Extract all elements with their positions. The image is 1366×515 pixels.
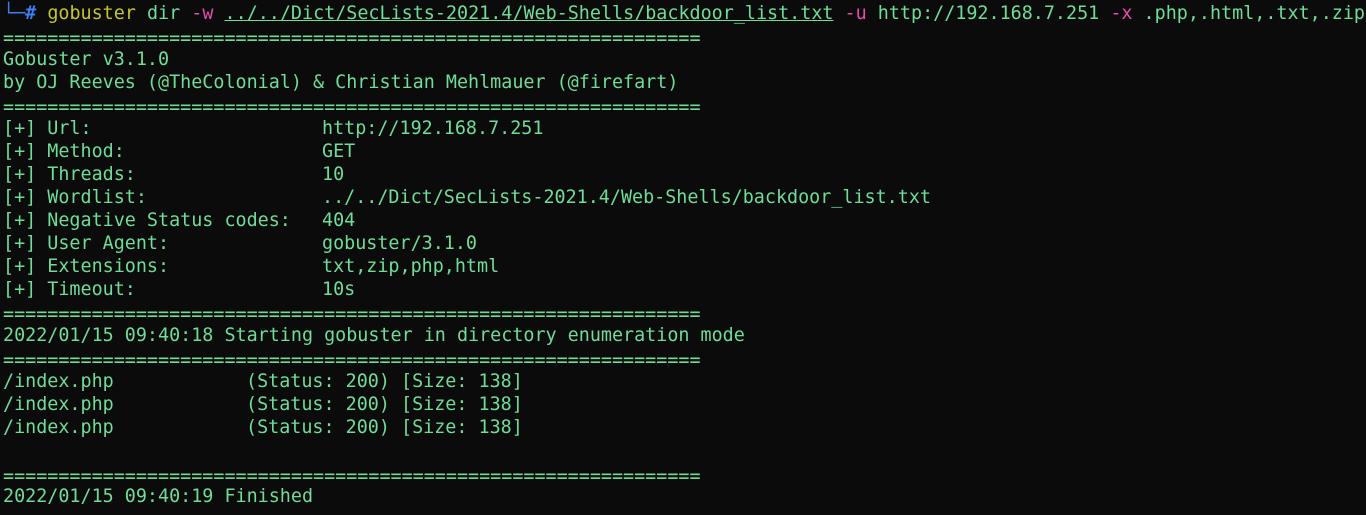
finish-message: 2022/01/15 09:40:19 Finished xyxy=(3,486,314,507)
command-name: gobuster xyxy=(47,3,136,24)
prompt-tree-glyph: └─ xyxy=(3,3,26,24)
extensions-arg: .php,.html,.txt,.zip xyxy=(1143,3,1365,24)
flag-wordlist: -w xyxy=(191,3,214,24)
banner-title: Gobuster v3.1.0 xyxy=(3,49,170,70)
separator-line: ========================================… xyxy=(3,28,701,49)
result-info: (Status: 200) [Size: 138] xyxy=(246,394,523,415)
result-path: /index.php xyxy=(3,417,114,438)
flag-extensions: -x xyxy=(1110,3,1133,24)
terminal-window[interactable]: └─# gobuster dir -w ../../Dict/SecLists-… xyxy=(3,0,1366,515)
config-row-wordlist: [+] Wordlist: ../../Dict/SecLists-2021.4/… xyxy=(3,186,931,209)
config-key: [+] Threads: xyxy=(3,164,136,185)
config-key: [+] Method: xyxy=(3,141,125,162)
wordlist-path-arg: ../../Dict/SecLists-2021.4/Web-Shells/ba… xyxy=(224,3,834,24)
config-key: [+] Wordlist: xyxy=(3,187,147,208)
config-value: txt,zip,php,html xyxy=(322,256,500,277)
result-row: /index.php (Status: 200) [Size: 138] xyxy=(3,393,523,416)
config-row-url: [+] Url: http://192.168.7.251 xyxy=(3,117,543,140)
config-row-extensions: [+] Extensions: txt,zip,php,html xyxy=(3,255,499,278)
separator-line: ========================================… xyxy=(3,350,701,371)
flag-url: -u xyxy=(844,3,867,24)
config-key: [+] Extensions: xyxy=(3,256,170,277)
config-value: ../../Dict/SecLists-2021.4/Web-Shells/ba… xyxy=(322,187,931,208)
result-row: /index.php (Status: 200) [Size: 138] xyxy=(3,416,523,439)
config-row-threads: [+] Threads: 10 xyxy=(3,163,344,186)
banner-authors: by OJ Reeves (@TheColonial) & Christian … xyxy=(3,72,679,93)
config-value: 404 xyxy=(322,210,356,231)
result-info: (Status: 200) [Size: 138] xyxy=(246,417,523,438)
result-row: /index.php (Status: 200) [Size: 138] xyxy=(3,370,523,393)
result-path: /index.php xyxy=(3,371,114,392)
separator-line: ========================================… xyxy=(3,304,701,325)
result-info: (Status: 200) [Size: 138] xyxy=(246,371,523,392)
url-arg: http://192.168.7.251 xyxy=(877,3,1100,24)
config-value: 10 xyxy=(322,164,345,185)
config-value: gobuster/3.1.0 xyxy=(322,233,478,254)
config-value: GET xyxy=(322,141,356,162)
config-key: [+] Timeout: xyxy=(3,279,136,300)
subcommand: dir xyxy=(146,3,181,24)
command-line: └─# gobuster dir -w ../../Dict/SecLists-… xyxy=(3,2,1365,25)
config-row-timeout: [+] Timeout: 10s xyxy=(3,278,355,301)
config-value: http://192.168.7.251 xyxy=(322,118,544,139)
root-prompt-symbol: # xyxy=(25,3,37,24)
start-message: 2022/01/15 09:40:18 Starting gobuster in… xyxy=(3,325,745,346)
config-row-method: [+] Method: GET xyxy=(3,140,355,163)
config-key: [+] Negative Status codes: xyxy=(3,210,291,231)
config-row-user-agent: [+] User Agent: gobuster/3.1.0 xyxy=(3,232,477,255)
config-value: 10s xyxy=(322,279,356,300)
config-row-negative-status: [+] Negative Status codes: 404 xyxy=(3,209,355,232)
result-path: /index.php xyxy=(3,394,114,415)
separator-line: ========================================… xyxy=(3,97,701,118)
config-key: [+] Url: xyxy=(3,118,92,139)
config-key: [+] User Agent: xyxy=(3,233,170,254)
